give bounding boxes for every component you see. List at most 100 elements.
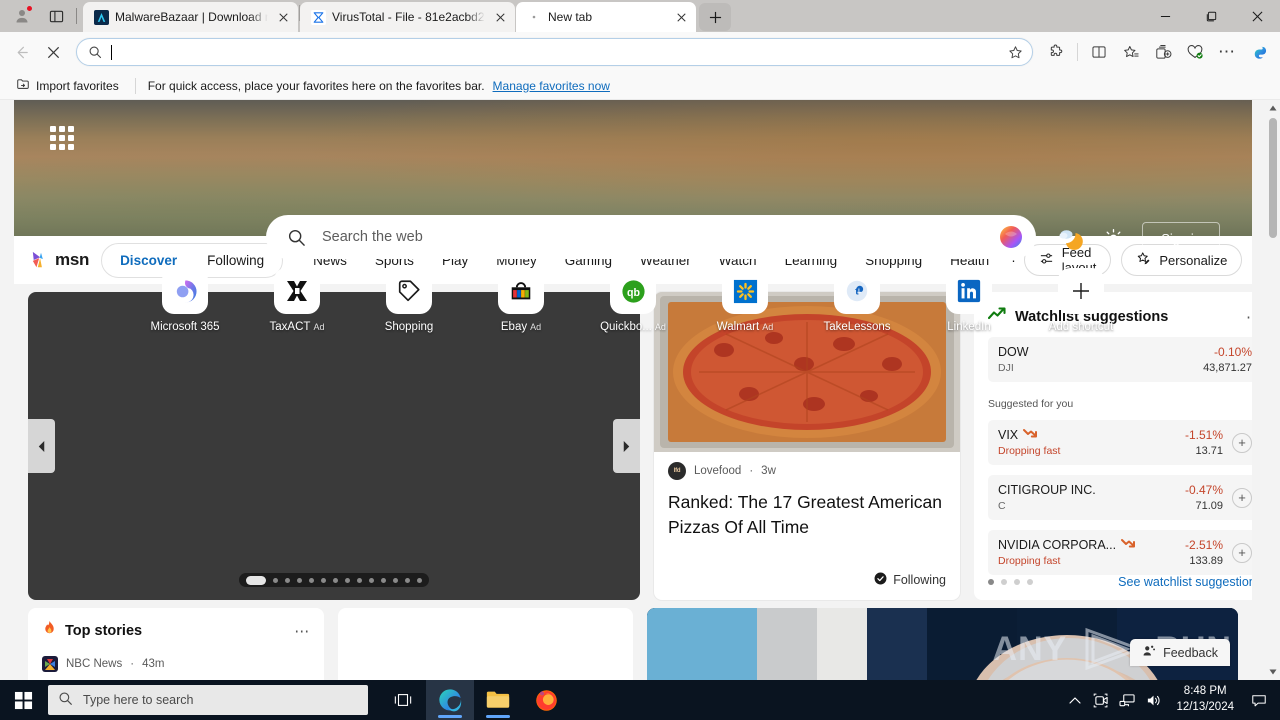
carousel-dot[interactable] [357,577,362,583]
watchlist-pager[interactable] [988,579,1033,585]
minimize-button[interactable] [1142,0,1188,32]
browser-tab-new-tab[interactable]: New tab [516,2,696,32]
browser-tab-virustotal[interactable]: VirusTotal - File - 81e2acbd26c2d [300,2,515,32]
pager-dot-active[interactable] [988,579,994,585]
weather-partly-cloudy-night-icon[interactable] [1054,223,1084,253]
carousel-dot[interactable] [345,577,350,583]
msn-logo[interactable]: msn [30,250,89,270]
loading-spinner-icon [526,9,542,25]
taskbar-app-firefox[interactable] [522,680,570,720]
watchlist-suggestion-row[interactable]: NVIDIA CORPORA... Dropping fast -2.51% 1… [988,530,1252,575]
favorite-star-icon[interactable] [1006,43,1024,61]
taskbar-clock[interactable]: 8:48 PM 12/13/2024 [1166,684,1244,715]
carousel-dot[interactable] [381,577,386,583]
collections-icon[interactable] [1148,37,1178,67]
takelessons-icon: t L [834,268,880,314]
tab-close-icon[interactable] [672,8,690,26]
show-hidden-icons-icon[interactable] [1062,680,1088,720]
sign-in-button[interactable]: Sign in [1142,222,1220,254]
profile-alert-dot [26,5,33,12]
volume-icon[interactable] [1140,680,1166,720]
scroll-down-arrow[interactable] [1266,664,1280,680]
app-launcher-icon[interactable] [48,124,76,152]
camera-recording-icon[interactable] [1088,680,1114,720]
copilot-icon[interactable] [1244,37,1274,67]
watchlist-suggestion-row[interactable]: VIX Dropping fast -1.51% 13.71 + [988,420,1252,465]
favorites-icon[interactable] [1116,37,1146,67]
carousel-dot[interactable] [297,577,302,583]
watchlist-featured-row[interactable]: DOW DJI -0.10% 43,871.27 [988,337,1252,382]
carousel-dot[interactable] [333,577,338,583]
hero-carousel[interactable] [28,292,640,600]
browser-essentials-icon[interactable] [1180,37,1210,67]
feedback-label: Feedback [1163,645,1218,660]
shortcut-shopping[interactable]: Shopping [372,268,446,333]
action-center-icon[interactable] [1244,680,1274,720]
tab-close-icon[interactable] [491,8,509,26]
carousel-dot[interactable] [285,577,290,583]
carousel-dot-active[interactable] [246,575,266,585]
add-to-watchlist-button[interactable]: + [1232,432,1252,453]
article-headline[interactable]: Ranked: The 17 Greatest American Pizzas … [668,490,946,540]
page-settings-gear-icon[interactable] [1102,227,1124,249]
import-favorites-button[interactable]: Import favorites [12,75,123,96]
feed-placeholder-card[interactable] [338,608,634,680]
windows-start-icon[interactable] [0,680,46,720]
stop-loading-icon[interactable] [38,37,68,67]
taskbar-search-box[interactable]: Type here to search [48,685,368,715]
profile-button[interactable] [8,2,36,30]
taskbar-app-microsoft-edge[interactable] [426,680,474,720]
watchlist-suggestion-row[interactable]: CITIGROUP INC. C -0.47% 71.09 + [988,475,1252,520]
settings-and-more-icon[interactable]: ⋯ [1212,37,1242,67]
carousel-dot[interactable] [405,577,410,583]
carousel-next-button[interactable] [613,419,640,473]
scrollbar-thumb[interactable] [1269,118,1277,238]
page-scrollbar[interactable] [1266,100,1280,680]
carousel-dot[interactable] [417,577,422,583]
shortcut-quickbooks[interactable]: qb Quickbo... Ad [596,268,670,333]
manage-favorites-link[interactable]: Manage favorites now [493,79,610,93]
tab-close-icon[interactable] [274,8,292,26]
shortcut-walmart[interactable]: Walmart Ad [708,268,782,333]
taskbar-app-file-explorer[interactable] [474,680,522,720]
shortcut-microsoft365[interactable]: Microsoft 365 [148,268,222,333]
add-to-watchlist-button[interactable]: + [1232,487,1252,508]
add-to-watchlist-button[interactable]: + [1232,542,1252,563]
see-watchlist-suggestions-link[interactable]: See watchlist suggestions [1118,575,1252,589]
new-tab-button[interactable] [699,3,731,31]
scroll-up-arrow[interactable] [1266,100,1280,116]
article-card-pizza[interactable]: lfd Lovefood · 3w Ranked: The 17 Greates… [654,292,960,600]
shortcut-linkedin[interactable]: LinkedIn [932,268,1006,333]
web-search-box[interactable]: Search the web [266,215,1036,259]
tab-actions-button[interactable] [42,2,70,30]
copilot-search-icon[interactable] [996,222,1026,252]
maximize-button[interactable] [1188,0,1234,32]
source-separator: · [130,658,135,670]
pager-dot[interactable] [1001,579,1007,585]
carousel-dot[interactable] [369,577,374,583]
carousel-dot[interactable] [393,577,398,583]
pager-dot[interactable] [1027,579,1033,585]
shortcut-add[interactable]: Add shortcut [1044,268,1118,333]
follow-button[interactable]: Following [874,572,946,588]
network-icon[interactable] [1114,680,1140,720]
close-button[interactable] [1234,0,1280,32]
shortcut-takelessons[interactable]: t L TakeLessons [820,268,894,333]
feedback-button[interactable]: Feedback [1130,639,1230,666]
carousel-prev-button[interactable] [28,419,55,473]
shortcut-ebay[interactable]: Ebay Ad [484,268,558,333]
extensions-icon[interactable] [1041,37,1071,67]
carousel-pagination[interactable] [239,573,429,587]
top-stories-menu-icon[interactable]: ⋯ [294,622,310,640]
browser-tab-malwarebazaar[interactable]: MalwareBazaar | Download malw [83,2,298,32]
address-bar-input[interactable] [111,44,1006,60]
split-screen-icon[interactable] [1084,37,1114,67]
pager-dot[interactable] [1014,579,1020,585]
back-arrow-icon[interactable] [6,37,36,67]
carousel-dot[interactable] [273,577,278,583]
carousel-dot[interactable] [321,577,326,583]
shortcut-taxact[interactable]: TaxACT Ad [260,268,334,333]
address-bar[interactable] [76,38,1033,66]
task-view-icon[interactable] [380,680,426,720]
carousel-dot[interactable] [309,577,314,583]
